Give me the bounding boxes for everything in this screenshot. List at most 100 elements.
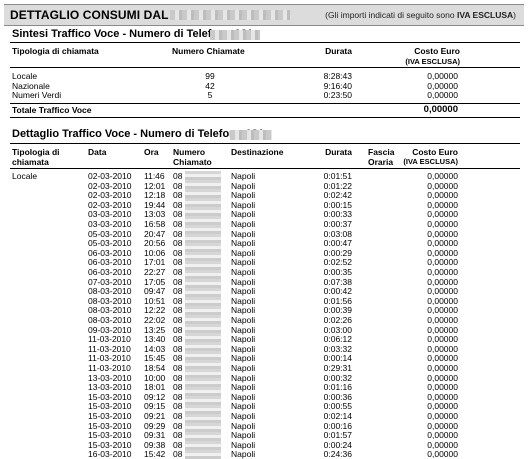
- detail-row-duration: 0:00:47: [323, 238, 352, 249]
- detail-row-cost: 0,00000: [427, 391, 458, 402]
- detail-row-number: 08: [173, 324, 183, 335]
- detail-row-destination: Napoli: [231, 439, 256, 450]
- summary-row-cost: 0,00000: [427, 90, 458, 100]
- detail-row-destination: Napoli: [231, 267, 256, 277]
- detail-row-duration: 0:01:22: [323, 180, 352, 191]
- detail-row-duration: 0:01:56: [323, 295, 352, 306]
- detail-row-cost: 0,00000: [427, 190, 458, 201]
- title-bar: DETTAGLIO CONSUMI DAL (Gli importi indic…: [4, 4, 524, 26]
- detail-row-cost: 0,00000: [427, 363, 458, 373]
- detail-row-duration: 0:00:33: [323, 209, 352, 220]
- detail-row-time: 19:44: [144, 199, 166, 210]
- detail-row-time: 09:31: [144, 430, 166, 441]
- summary-col-cost-sub: (IVA ESCLUSA): [405, 57, 460, 66]
- detail-row-date: 05-03-2010: [88, 238, 132, 249]
- summary-col-calls: Numero Chiamate: [172, 46, 245, 56]
- detail-row-date: 02-03-2010: [88, 199, 132, 210]
- detail-row-duration: 0:00:14: [323, 353, 352, 364]
- summary-top-rule: [10, 42, 520, 43]
- detail-row-date: 15-03-2010: [88, 391, 132, 402]
- detail-row-destination: Napoli: [231, 257, 256, 268]
- detail-row-duration: 0:00:55: [323, 401, 352, 412]
- detail-row-time: 09:12: [144, 391, 166, 402]
- detail-row-time: 22:27: [144, 267, 166, 277]
- detail-row-time: 12:18: [144, 190, 166, 201]
- detail-row-cost: 0,00000: [427, 411, 458, 421]
- detail-row-time: 16:58: [144, 219, 166, 229]
- detail-row-duration: 0:00:32: [323, 372, 352, 383]
- detail-row-date: 02-03-2010: [88, 190, 132, 201]
- summary-total-value: 0,00000: [423, 104, 458, 115]
- detail-row-time: 12:01: [144, 180, 166, 191]
- detail-row-destination: Napoli: [231, 171, 256, 181]
- detail-row-destination: Napoli: [231, 180, 256, 191]
- detail-row-date: 02-03-2010: [88, 180, 132, 191]
- summary-header-rule: [10, 67, 520, 68]
- summary-total-label: Totale Traffico Voce: [12, 105, 92, 115]
- detail-col-band-1: Fascia: [368, 147, 395, 157]
- detail-row-duration: 0:02:42: [323, 190, 352, 201]
- detail-row-number: 08: [173, 305, 183, 316]
- detail-row-destination: Napoli: [231, 295, 256, 306]
- detail-row-number: 08: [173, 430, 183, 441]
- detail-row-duration: 0:01:57: [323, 430, 352, 441]
- consumption-detail-page: DETTAGLIO CONSUMI DAL (Gli importi indic…: [0, 0, 530, 459]
- detail-row-date: 06-03-2010: [88, 247, 132, 258]
- detail-row-number: 08: [173, 190, 183, 201]
- detail-row-duration: 0:02:26: [323, 315, 352, 325]
- detail-row-duration: 0:00:24: [323, 439, 352, 450]
- detail-row-number: 08: [173, 180, 183, 191]
- detail-row-date: 16-03-2010: [88, 449, 132, 459]
- detail-row-date: 15-03-2010: [88, 439, 132, 450]
- detail-row-cost: 0,00000: [427, 449, 458, 459]
- detail-row-cost: 0,00000: [427, 209, 458, 220]
- detail-col-destination: Destinazione: [231, 147, 284, 157]
- detail-row-date: 03-03-2010: [88, 219, 132, 229]
- detail-row-cost: 0,00000: [427, 180, 458, 191]
- detail-row-number: 08: [173, 353, 183, 364]
- detail-row-destination: Napoli: [231, 315, 256, 325]
- detail-row-duration: 0:02:14: [323, 411, 352, 421]
- summary-row-cost: 0,00000: [427, 71, 458, 81]
- detail-row-number: 08: [173, 449, 183, 459]
- detail-row-cost: 0,00000: [427, 343, 458, 354]
- detail-row-destination: Napoli: [231, 286, 256, 297]
- detail-row-date: 08-03-2010: [88, 315, 132, 325]
- vat-note-suffix: ): [513, 10, 516, 20]
- detail-row-number: 08: [173, 199, 183, 210]
- detail-row-date: 13-03-2010: [88, 382, 132, 393]
- detail-row-date: 11-03-2010: [88, 334, 131, 345]
- detail-row-cost: 0,00000: [427, 353, 458, 364]
- summary-row-type: Nazionale: [12, 80, 50, 91]
- page-title: DETTAGLIO CONSUMI DAL: [10, 8, 169, 22]
- detail-col-time: Ora: [144, 147, 159, 157]
- summary-total-bottom-rule: [10, 117, 520, 118]
- detail-row-destination: Napoli: [231, 401, 256, 412]
- detail-row-destination: Napoli: [231, 449, 256, 459]
- detail-row-time: 12:22: [144, 305, 166, 316]
- detail-row-duration: 0:00:39: [323, 305, 352, 316]
- detail-row-time: 13:40: [144, 334, 166, 345]
- detail-row-cost: 0,00000: [427, 382, 458, 393]
- detail-row-number: 08: [173, 228, 183, 239]
- detail-row-destination: Napoli: [231, 247, 256, 258]
- detail-row-cost: 0,00000: [427, 334, 458, 345]
- detail-row-time: 20:56: [144, 238, 166, 249]
- detail-col-number-2: Chiamato: [173, 157, 212, 167]
- detail-row-time: 09:21: [144, 411, 166, 421]
- detail-row-time: 15:42: [144, 449, 166, 459]
- detail-row-time: 14:03: [144, 343, 166, 354]
- detail-row-date: 07-03-2010: [88, 276, 132, 287]
- detail-title: Dettaglio Traffico Voce - Numero di Tele…: [12, 128, 265, 140]
- detail-row-time: 11:46: [144, 171, 165, 181]
- detail-row-date: 11-03-2010: [88, 363, 131, 373]
- detail-row-cost: 0,00000: [427, 324, 458, 335]
- detail-row-cost: 0,00000: [427, 305, 458, 316]
- detail-row-number: 08: [173, 286, 183, 297]
- detail-row-date: 13-03-2010: [88, 372, 132, 383]
- detail-col-number-1: Numero: [173, 147, 206, 157]
- redacted-phone-detail: [230, 130, 272, 140]
- detail-row-duration: 0:00:29: [323, 247, 352, 258]
- detail-row-destination: Napoli: [231, 276, 256, 287]
- detail-row-time: 20:47: [144, 228, 166, 239]
